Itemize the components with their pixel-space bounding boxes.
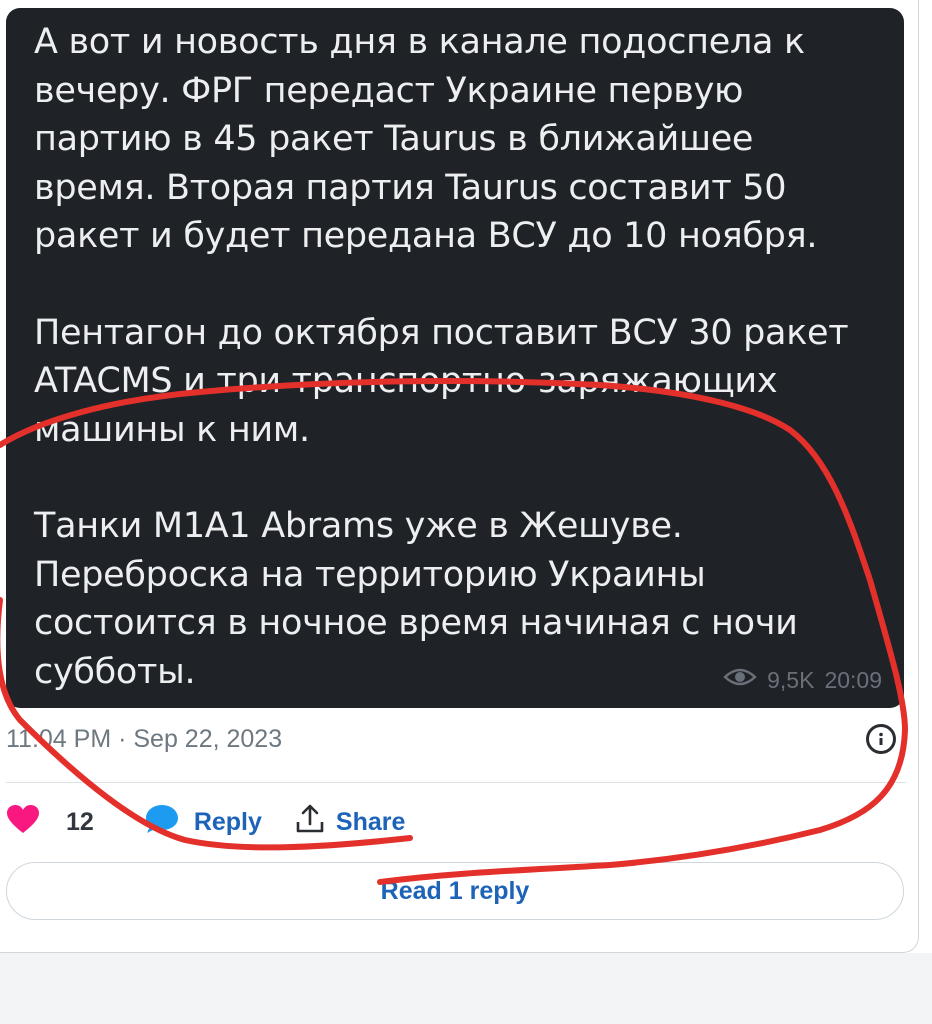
share-button[interactable]: Share [294, 803, 405, 842]
view-count: 9,5K [767, 666, 815, 693]
embedded-telegram-post: А вот и новость дня в канале подоспела к… [6, 8, 904, 708]
post-paragraph-1: А вот и новость дня в канале подоспела к… [34, 22, 818, 256]
heart-icon [6, 804, 40, 841]
tweet-card: А вот и новость дня в канале подоспела к… [0, 0, 919, 953]
page-footer-background [0, 953, 932, 1024]
eye-icon [723, 666, 757, 694]
divider [6, 782, 906, 783]
post-meta: 9,5K 20:09 [723, 666, 882, 694]
like-count: 12 [66, 807, 94, 836]
read-replies-button[interactable]: Read 1 reply [6, 862, 904, 920]
share-label: Share [335, 807, 406, 836]
tweet-timestamp[interactable]: 11:04 PM · Sep 22, 2023 [6, 725, 282, 754]
share-upload-icon [294, 803, 326, 842]
reply-label: Reply [193, 807, 262, 836]
tweet-actions: 12 Reply Share [6, 800, 405, 844]
reply-button[interactable]: Reply [144, 803, 294, 842]
info-icon[interactable] [866, 724, 896, 754]
speech-bubble-icon [144, 803, 180, 842]
like-button[interactable]: 12 [6, 804, 144, 841]
post-paragraph-2: Пентагон до октября поставит ВСУ 30 раке… [34, 312, 849, 450]
post-time: 20:09 [824, 666, 882, 693]
